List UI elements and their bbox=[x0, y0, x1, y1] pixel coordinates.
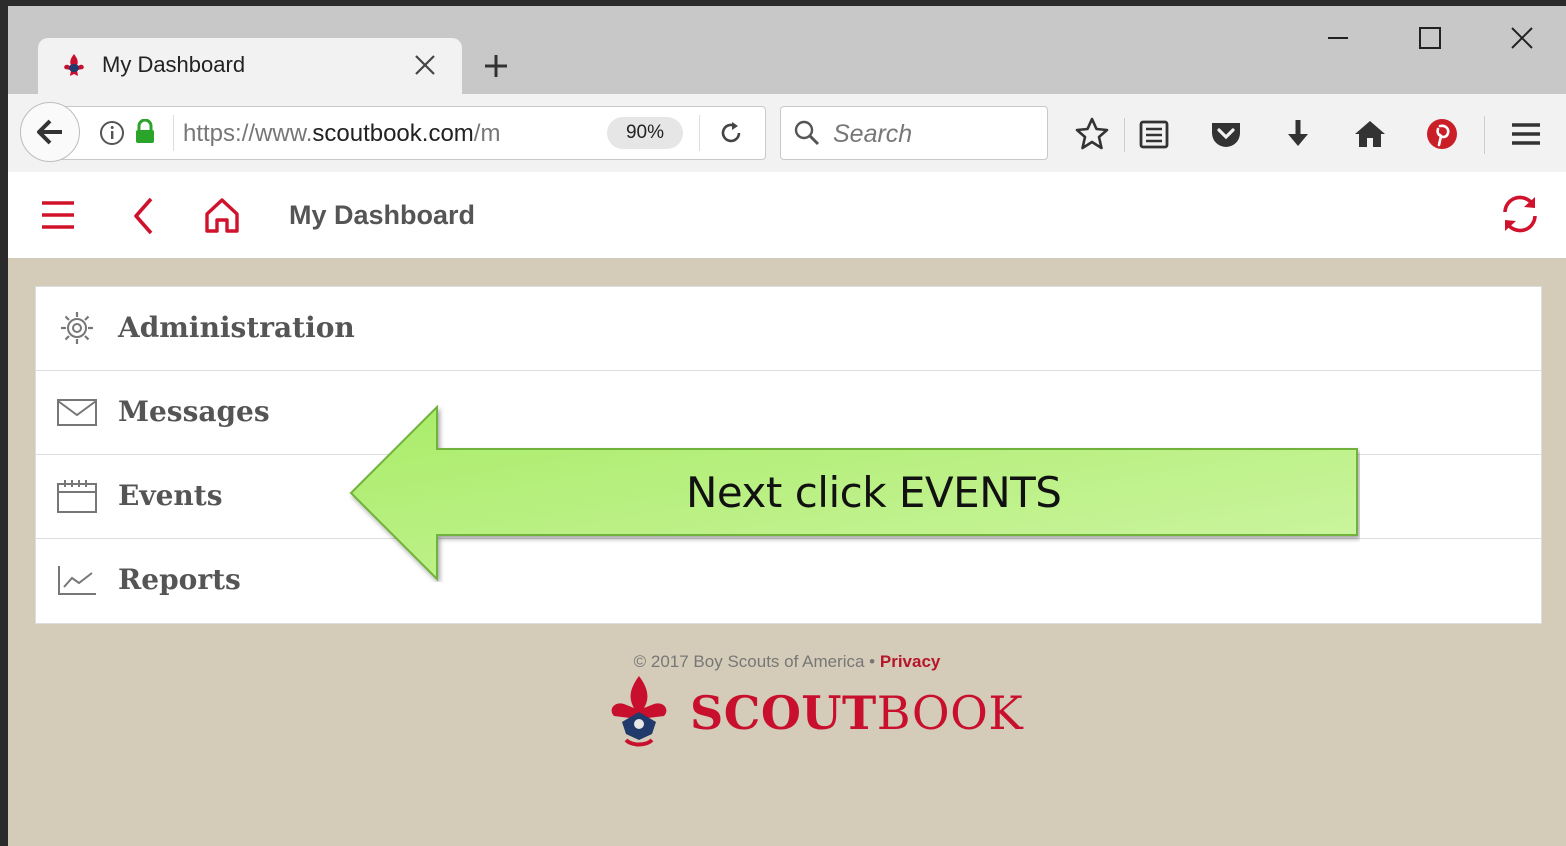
calendar-icon bbox=[57, 480, 97, 513]
scouting-fleur-logo-icon bbox=[611, 676, 667, 747]
tab-my-dashboard[interactable]: My Dashboard bbox=[38, 38, 462, 94]
pinterest-icon[interactable] bbox=[1424, 116, 1460, 152]
menu-item-administration[interactable]: Administration bbox=[36, 287, 1541, 371]
maximize-icon[interactable] bbox=[1410, 18, 1450, 58]
zoom-level-badge[interactable]: 90% bbox=[607, 117, 683, 149]
menu-item-label: Messages bbox=[118, 395, 270, 428]
tab-title: My Dashboard bbox=[102, 52, 246, 77]
url-bar[interactable]: https://www.scoutbook.com/m 90% bbox=[60, 106, 766, 160]
menu-hamburger-icon[interactable] bbox=[1508, 116, 1544, 152]
close-tab-icon[interactable] bbox=[412, 52, 438, 78]
toolbar-separator bbox=[1124, 118, 1125, 152]
menu-item-label: Administration bbox=[118, 311, 355, 344]
hamburger-menu-icon[interactable] bbox=[40, 198, 76, 232]
url-separator bbox=[173, 115, 174, 151]
close-window-icon[interactable] bbox=[1502, 18, 1542, 58]
url-separator bbox=[699, 115, 700, 151]
tab-strip: My Dashboard bbox=[8, 6, 1566, 94]
search-placeholder: Search bbox=[833, 120, 913, 148]
search-bar[interactable]: Search bbox=[780, 106, 1048, 160]
new-tab-icon[interactable] bbox=[482, 52, 510, 80]
reading-list-icon[interactable] bbox=[1136, 116, 1172, 152]
page-title: My Dashboard bbox=[289, 200, 476, 230]
download-icon[interactable] bbox=[1280, 116, 1316, 152]
home-icon[interactable] bbox=[1352, 116, 1388, 152]
url-text[interactable]: https://www.scoutbook.com/m bbox=[183, 120, 500, 148]
menu-item-label: Events bbox=[118, 479, 223, 512]
chevron-left-icon[interactable] bbox=[132, 196, 154, 236]
instruction-callout-text: Next click EVENTS bbox=[686, 468, 1062, 517]
gear-icon bbox=[61, 312, 93, 344]
reload-icon[interactable] bbox=[717, 119, 745, 147]
scouting-fleur-icon bbox=[64, 54, 84, 76]
scoutbook-wordmark: SCOUTBOOK bbox=[690, 686, 1024, 740]
lock-icon bbox=[136, 119, 154, 143]
browser-window: My Dashboard https://www.scoutbook.com/m… bbox=[8, 6, 1566, 846]
back-button[interactable] bbox=[20, 102, 80, 162]
navigation-toolbar: https://www.scoutbook.com/m 90% Search bbox=[8, 94, 1566, 173]
envelope-icon bbox=[57, 399, 97, 426]
sync-icon[interactable] bbox=[1498, 192, 1542, 236]
toolbar-separator bbox=[1484, 116, 1485, 154]
search-icon bbox=[794, 120, 820, 146]
bookmark-star-icon[interactable] bbox=[1074, 116, 1110, 152]
arrow-left-icon bbox=[37, 119, 62, 145]
minimize-icon[interactable] bbox=[1318, 18, 1358, 58]
menu-item-label: Reports bbox=[118, 563, 241, 596]
app-header: My Dashboard bbox=[8, 172, 1566, 258]
info-icon[interactable] bbox=[99, 120, 125, 146]
home-icon[interactable] bbox=[204, 196, 240, 234]
chart-icon bbox=[58, 566, 96, 595]
pocket-icon[interactable] bbox=[1208, 116, 1244, 152]
footer-copyright: © 2017 Boy Scouts of America • Privacy bbox=[633, 652, 941, 671]
privacy-link[interactable]: Privacy bbox=[880, 652, 941, 671]
